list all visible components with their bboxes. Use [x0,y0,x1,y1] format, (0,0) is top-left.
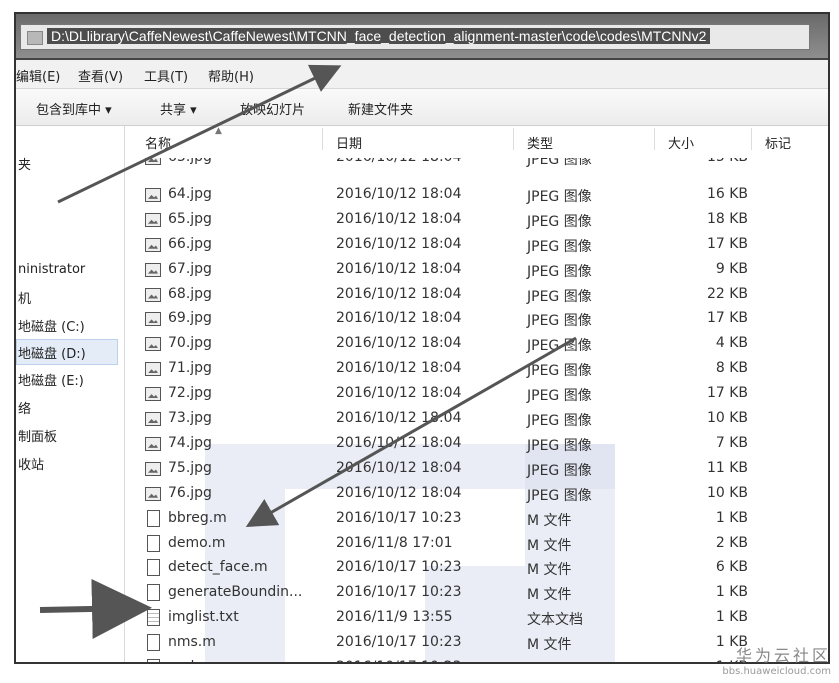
watermark-url: bbs.huaweicloud.com [722,666,831,677]
watermark: 华为云社区 bbs.huaweicloud.com [722,642,831,677]
arrow-to-address-bar [57,64,342,204]
arrow-to-imglist-txt [39,578,152,639]
watermark-title: 华为云社区 [735,646,831,665]
annotation-arrows [39,64,577,639]
explorer-window: D:\DLlibrary\CaffeNewest\CaffeNewest\MTC… [14,12,830,664]
arrow-to-demo-m [245,336,577,527]
